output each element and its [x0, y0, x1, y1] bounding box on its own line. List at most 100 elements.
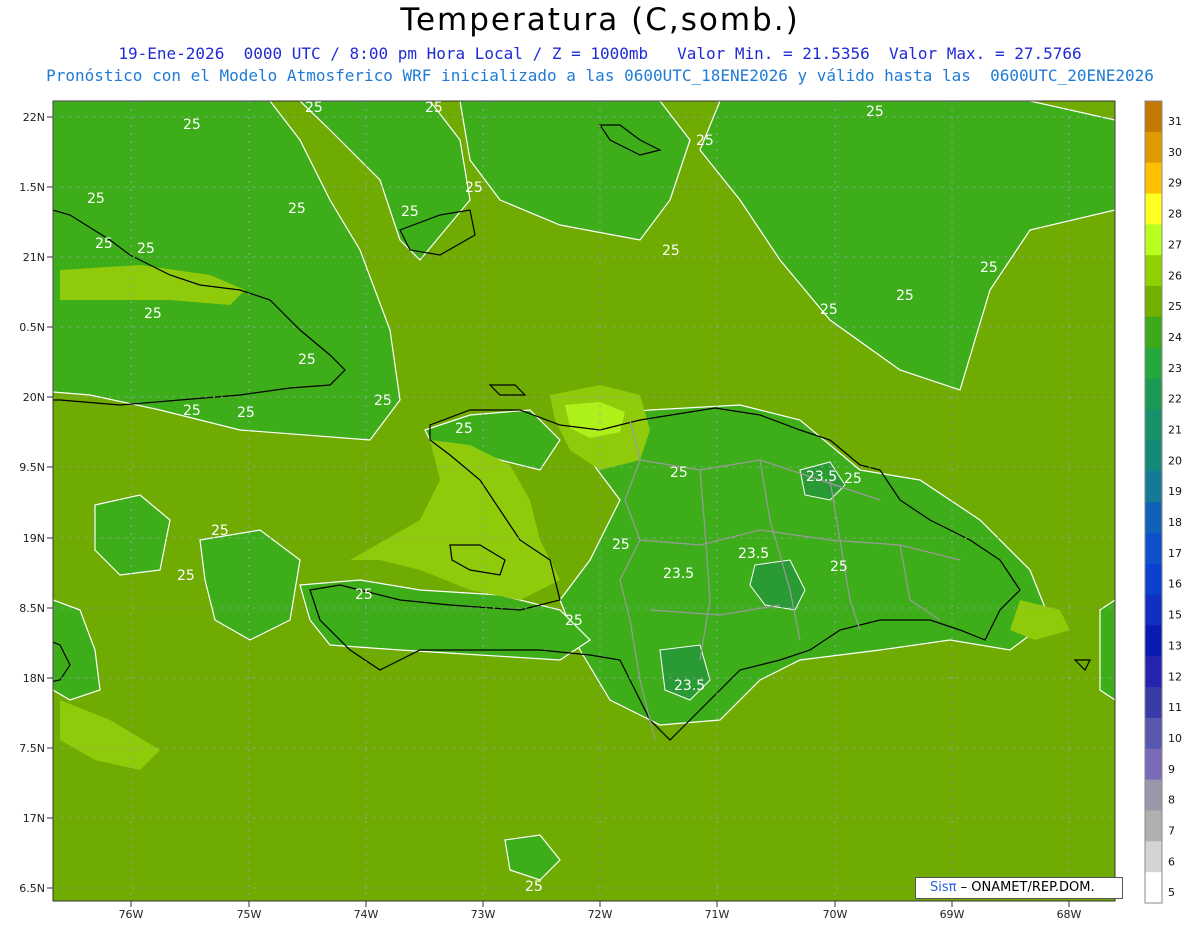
color-bin	[1145, 378, 1162, 410]
color-bar-label: 9	[1168, 763, 1175, 776]
color-bin	[1145, 347, 1162, 380]
contour-label: 25	[137, 241, 155, 257]
lon-tick-label: 69W	[940, 908, 965, 921]
contour-label-min: 23.5	[663, 566, 694, 582]
color-bar-label: 7	[1168, 825, 1175, 838]
contour-label: 25	[670, 465, 688, 481]
color-bin	[1145, 286, 1162, 318]
lat-tick-label: 17N	[23, 812, 45, 825]
color-bin	[1145, 872, 1162, 904]
color-bin	[1145, 101, 1162, 133]
color-bin	[1145, 656, 1162, 688]
contour-label: 25	[183, 117, 201, 133]
lon-tick-label: 72W	[588, 908, 613, 921]
lat-tick-label: 1.5N	[19, 181, 45, 194]
contour-label: 25	[401, 204, 419, 220]
color-bar-label: 16	[1168, 578, 1182, 591]
contour-label: 25	[355, 587, 373, 603]
color-bin	[1145, 779, 1162, 811]
color-bin	[1145, 717, 1162, 750]
contour-label: 25	[696, 133, 714, 149]
contour-label: 25	[525, 879, 543, 895]
contour-label: 25	[288, 201, 306, 217]
color-bar-label: 17	[1168, 547, 1182, 560]
color-bar-label: 5	[1168, 886, 1175, 899]
color-bar-label: 18	[1168, 516, 1182, 529]
color-bin	[1145, 687, 1162, 719]
color-bin	[1145, 316, 1162, 349]
latitude-axis: 22N 1.5N 21N 0.5N 20N 9.5N 19N 8.5N 18N …	[19, 111, 53, 895]
lat-tick-label: 20N	[23, 391, 45, 404]
color-bar-label: 29	[1168, 177, 1182, 190]
color-bar-label: 19	[1168, 485, 1182, 498]
color-bin	[1145, 625, 1162, 657]
color-bar-label: 20	[1168, 454, 1182, 467]
color-bin	[1145, 502, 1162, 534]
color-bin	[1145, 255, 1162, 287]
credit-brand: Sisπ	[930, 880, 957, 895]
contour-label: 25	[820, 302, 838, 318]
color-bar-label: 8	[1168, 794, 1175, 807]
color-bin	[1145, 594, 1162, 626]
lat-tick-label: 8.5N	[19, 602, 45, 615]
contour-label-min: 23.5	[738, 546, 769, 562]
color-bar-label: 11	[1168, 701, 1182, 714]
credit-org: – ONAMET/REP.DOM.	[960, 880, 1095, 895]
color-bar-label: 12	[1168, 670, 1182, 683]
field-layer	[53, 101, 1115, 901]
contour-label-min: 23.5	[674, 678, 705, 694]
color-bar-label: 15	[1168, 609, 1182, 622]
color-bin	[1145, 810, 1162, 842]
color-bar-label: 27	[1168, 238, 1182, 251]
lat-tick-label: 19N	[23, 532, 45, 545]
contour-label: 25	[298, 352, 316, 368]
color-bar-label: 26	[1168, 269, 1182, 282]
contour-label: 25	[374, 393, 392, 409]
color-bar-label: 28	[1168, 208, 1182, 221]
color-bin	[1145, 748, 1162, 781]
longitude-axis: 76W 75W 74W 73W 72W 71W 70W 69W 68W	[119, 901, 1082, 921]
color-bin	[1145, 841, 1162, 873]
lon-tick-label: 76W	[119, 908, 144, 921]
lat-tick-label: 6.5N	[19, 882, 45, 895]
contour-label: 25	[183, 403, 201, 419]
color-bin	[1145, 224, 1162, 256]
credit-box: Sisπ – ONAMET/REP.DOM.	[915, 877, 1123, 899]
contour-label: 25	[177, 568, 195, 584]
lon-tick-label: 70W	[823, 908, 848, 921]
color-bar-label: 25	[1168, 300, 1182, 313]
temperature-map: 25 25 25 25 25 25 25 25 25 25 25 25 25 2…	[19, 100, 1182, 921]
contour-label: 25	[87, 191, 105, 207]
contour-label: 25	[866, 104, 884, 120]
color-bar-label: 21	[1168, 424, 1182, 437]
contour-label: 25	[612, 537, 630, 553]
color-bar-label: 10	[1168, 732, 1182, 745]
contour-label: 25	[455, 421, 473, 437]
color-bin	[1145, 563, 1162, 596]
lat-tick-label: 7.5N	[19, 742, 45, 755]
contour-label: 25	[844, 471, 862, 487]
color-bin	[1145, 162, 1162, 195]
lon-tick-label: 74W	[354, 908, 379, 921]
color-bin	[1145, 532, 1162, 565]
lon-tick-label: 75W	[237, 908, 262, 921]
color-bin	[1145, 471, 1162, 503]
field-24-region-east-edge	[1099, 599, 1115, 701]
color-bar-label: 31	[1168, 115, 1182, 128]
lat-tick-label: 0.5N	[19, 321, 45, 334]
lon-tick-label: 71W	[705, 908, 730, 921]
contour-label: 25	[144, 306, 162, 322]
contour-label: 25	[95, 236, 113, 252]
contour-label: 25	[662, 243, 680, 259]
color-bar-label: 24	[1168, 331, 1182, 344]
color-bin	[1145, 131, 1162, 164]
lat-tick-label: 21N	[23, 251, 45, 264]
color-bar-label: 22	[1168, 393, 1182, 406]
color-scale-bar: 31 30 29 28 27 26 25 24 23 22 21 20 19 18 17 16 15 13 12 11…	[1144, 100, 1182, 904]
contour-label: 25	[211, 523, 229, 539]
contour-label: 25	[565, 613, 583, 629]
lat-tick-label: 22N	[23, 111, 45, 124]
color-bar-label: 6	[1168, 855, 1175, 868]
contour-label: 25	[237, 405, 255, 421]
contour-label: 25	[425, 100, 443, 116]
